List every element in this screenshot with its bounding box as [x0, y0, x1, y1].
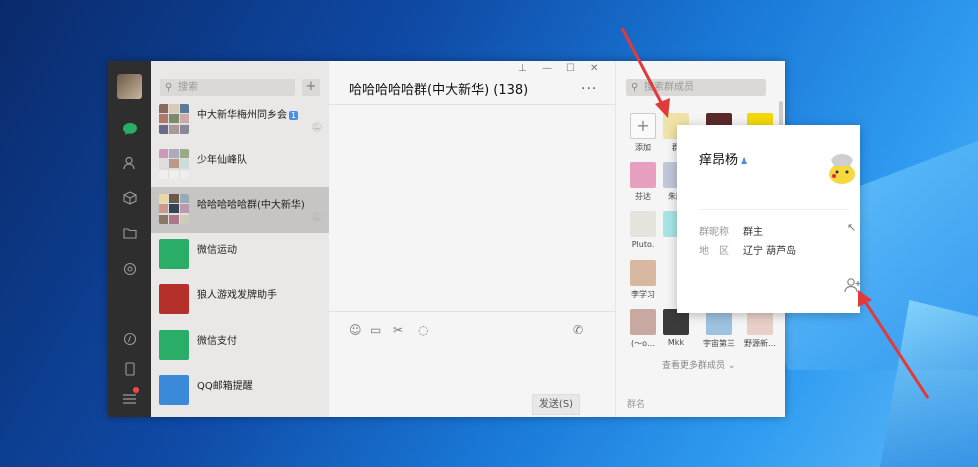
wechat-sport-icon — [159, 239, 189, 269]
field-label: 群昵称 — [699, 227, 729, 238]
person-icon: ♟ — [740, 157, 749, 167]
chat-list-item[interactable]: QQ邮箱提醒 — [151, 368, 329, 414]
scissors-icon[interactable]: ✂ — [393, 323, 403, 337]
profile-avatar — [822, 148, 862, 188]
wechat-pay-icon — [159, 330, 189, 360]
chat-title: 哈哈哈哈哈群(中大新华) (138) — [349, 83, 529, 98]
mail-icon — [159, 375, 189, 405]
divider — [699, 209, 849, 210]
member-name: 野源新… — [744, 339, 776, 348]
member-item[interactable]: (～o… — [627, 309, 659, 349]
chat-list-item-name: 狼人游戏发牌助手 — [197, 290, 277, 301]
member-item[interactable]: Pluto. — [627, 211, 659, 249]
chat-search-placeholder: 搜索 — [178, 82, 198, 93]
chat-list-item[interactable]: 中大新华梅州同乡会 1 🔕︎ — [151, 97, 329, 143]
chat-list-item[interactable]: 微信支付 — [151, 323, 329, 369]
folder-icon[interactable] — [120, 223, 139, 242]
profile-name: 痒昂杨 ♟ — [699, 153, 749, 168]
chat-list-item[interactable]: 狼人游戏发牌助手 — [151, 277, 329, 323]
send-button[interactable]: 发送(S) — [532, 394, 580, 415]
search-icon: ⚲ — [631, 82, 639, 93]
group-avatar — [159, 104, 189, 134]
notification-dot — [133, 387, 139, 393]
mute-icon: 🔕︎ — [311, 213, 323, 223]
member-avatar — [630, 260, 656, 286]
member-profile-card: 痒昂杨 ♟ 群昵称 群主 地 区 辽宁 葫芦岛 ↖ — [677, 125, 862, 313]
moments-icon[interactable] — [120, 259, 139, 278]
member-name: 芬达 — [635, 192, 651, 201]
member-name: 李学习 — [631, 290, 655, 299]
view-more-members-link[interactable]: 查看更多群成员 ⌄ — [662, 358, 735, 371]
chat-list-item[interactable]: 微信运动 — [151, 232, 329, 278]
add-chat-button[interactable]: + — [302, 79, 320, 96]
chat-list-item-selected[interactable]: 哈哈哈哈哈群(中大新华) 🔕︎ — [151, 187, 329, 233]
mouse-cursor-icon: ↖ — [847, 221, 857, 234]
member-name: 添加 — [635, 143, 651, 152]
member-name: Mkk — [667, 338, 685, 347]
member-item[interactable]: 宇宙第三 — [703, 309, 735, 349]
divider — [329, 104, 615, 105]
member-avatar — [630, 309, 656, 335]
member-avatar — [630, 211, 656, 237]
group-avatar — [159, 194, 189, 224]
miniprogram-icon[interactable] — [120, 329, 139, 348]
chat-search-input[interactable]: ⚲ 搜索 — [160, 79, 295, 96]
group-name-label: 群名 — [627, 400, 646, 410]
field-value: 群主 — [743, 227, 763, 238]
field-label: 地 区 — [699, 246, 729, 257]
contacts-icon[interactable] — [120, 153, 139, 172]
close-button[interactable]: ✕ — [590, 63, 598, 74]
sidebar-rail — [108, 61, 151, 417]
folder-icon[interactable]: ▭ — [370, 323, 381, 337]
chat-list: ⚲ 搜索 + 中大新华梅州同乡会 1 🔕︎ 少年仙峰队 哈哈哈哈哈群(中大新华)… — [151, 61, 329, 417]
mute-icon: 🔕︎ — [311, 123, 323, 133]
field-value: 辽宁 葫芦岛 — [743, 246, 797, 257]
user-avatar[interactable] — [117, 74, 142, 99]
add-member-button[interactable]: + 添加 — [627, 113, 659, 153]
member-search-placeholder: 搜索群成员 — [644, 82, 694, 93]
member-name: (～o… — [630, 339, 655, 348]
minimize-button[interactable]: — — [542, 63, 552, 74]
call-icon[interactable]: ✆ — [573, 323, 583, 337]
chat-list-item-name: QQ邮箱提醒 — [197, 381, 253, 392]
chat-bubble-icon[interactable]: ◌ — [418, 323, 428, 337]
chat-list-item-name: 少年仙峰队 — [197, 155, 247, 166]
member-name: Pluto. — [631, 240, 655, 249]
werewolf-bot-avatar — [159, 284, 189, 314]
member-avatar — [630, 162, 656, 188]
member-item[interactable]: 李学习 — [627, 260, 659, 300]
chat-list-item-name: 中大新华梅州同乡会 1 — [197, 110, 299, 121]
chat-list-item-name: 哈哈哈哈哈群(中大新华) — [197, 200, 305, 211]
divider — [329, 311, 615, 312]
box-icon[interactable] — [120, 188, 139, 207]
unread-badge: 1 — [289, 111, 299, 120]
group-avatar — [159, 149, 189, 179]
phone-icon[interactable] — [120, 359, 139, 378]
member-search-input[interactable]: ⚲ 搜索群成员 — [626, 79, 766, 96]
chat-list-item[interactable]: 少年仙峰队 — [151, 142, 329, 188]
chat-pane: 哈哈哈哈哈群(中大新华) (138) ... ☺ ▭ ✂ ◌ ✆ 发送(S) — [329, 61, 615, 417]
member-name: 宇宙第三 — [703, 339, 735, 348]
more-options-button[interactable]: ... — [581, 77, 597, 93]
chat-list-item-name: 微信支付 — [197, 336, 237, 347]
member-item[interactable]: 野源新… — [744, 309, 776, 349]
chat-icon[interactable] — [120, 119, 139, 138]
chat-list-item-name: 微信运动 — [197, 245, 237, 256]
search-icon: ⚲ — [165, 82, 173, 93]
member-item[interactable]: Mkk — [660, 309, 692, 347]
maximize-button[interactable]: ☐ — [566, 63, 575, 74]
emoji-icon[interactable]: ☺ — [349, 323, 362, 337]
add-friend-button[interactable] — [844, 277, 862, 297]
member-item[interactable]: 芬达 — [627, 162, 659, 202]
plus-icon: + — [630, 113, 656, 139]
pin-icon[interactable]: ⊥ — [518, 63, 527, 74]
